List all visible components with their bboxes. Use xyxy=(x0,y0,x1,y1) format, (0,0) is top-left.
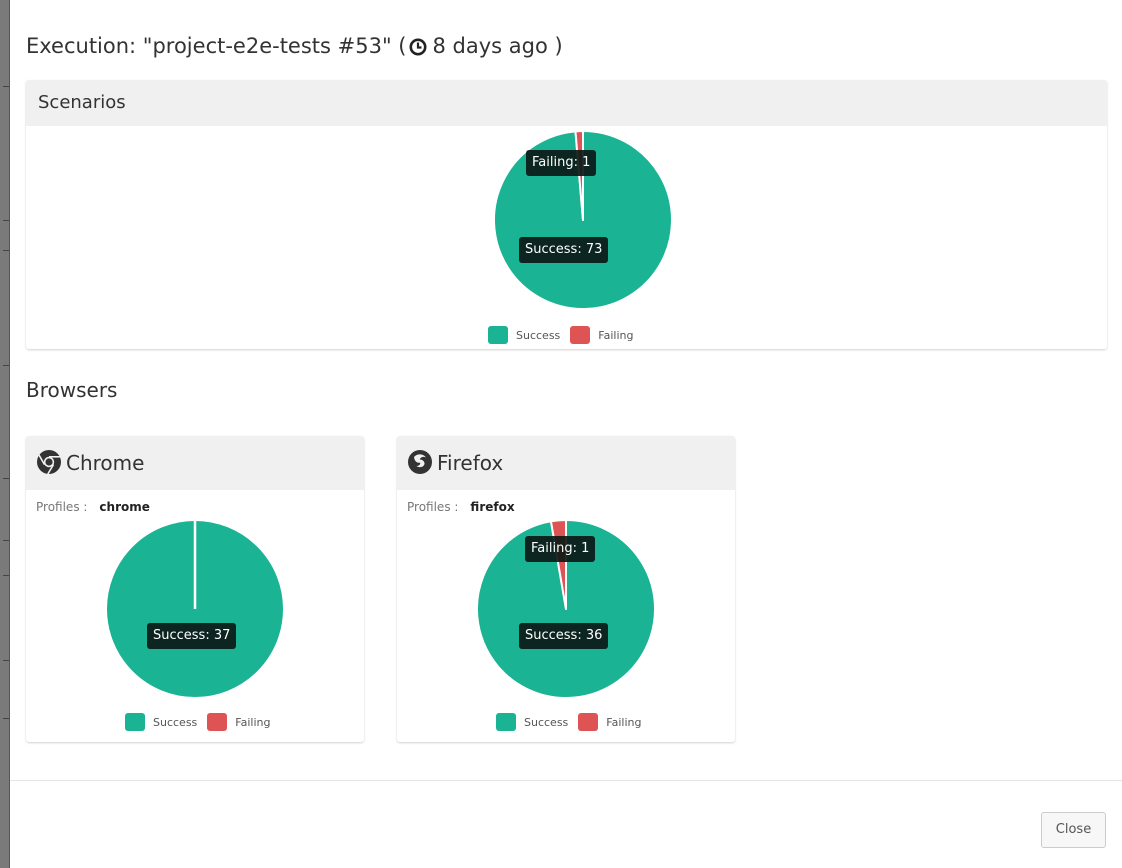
firefox-success-tooltip: Success: 36 xyxy=(519,623,609,649)
legend-success-label[interactable]: Success xyxy=(516,329,560,342)
firefox-failing-tooltip: Failing: 1 xyxy=(525,536,596,562)
profiles-label: Profiles : xyxy=(36,500,88,514)
modal-title-text: Execution: "project-e2e-tests #53" ( xyxy=(26,34,407,58)
scenarios-success-tooltip: Success: 73 xyxy=(519,237,609,263)
chrome-profile-value: chrome xyxy=(99,500,150,514)
firefox-legend: Success Failing xyxy=(496,713,651,731)
chrome-profiles: Profiles : chrome xyxy=(36,500,150,514)
chrome-pie-chart xyxy=(105,519,285,699)
modal-title: Execution: "project-e2e-tests #53" ( 8 da… xyxy=(26,30,563,62)
close-button[interactable]: Close xyxy=(1041,812,1106,848)
firefox-profiles: Profiles : firefox xyxy=(407,500,515,514)
firefox-panel-header: Firefox xyxy=(397,436,735,490)
legend-failing-label[interactable]: Failing xyxy=(598,329,633,342)
firefox-browser-name: Firefox xyxy=(437,451,504,475)
chrome-panel: Chrome Profiles : chrome Success: 37 Succ… xyxy=(26,436,364,742)
firefox-panel: Firefox Profiles : firefox Failing: 1 Suc… xyxy=(397,436,735,742)
chrome-legend: Success Failing xyxy=(125,713,280,731)
legend-failing-swatch[interactable] xyxy=(578,713,599,731)
legend-success-label[interactable]: Success xyxy=(153,716,197,729)
firefox-icon xyxy=(407,441,433,495)
modal-backdrop[interactable] xyxy=(0,0,9,868)
legend-failing-swatch[interactable] xyxy=(207,713,228,731)
chrome-success-tooltip: Success: 37 xyxy=(147,623,237,649)
legend-failing-swatch[interactable] xyxy=(570,326,591,344)
modal-footer-divider xyxy=(10,780,1122,781)
legend-success-swatch[interactable] xyxy=(488,326,508,344)
scenarios-legend: Success Failing xyxy=(488,326,643,344)
scenarios-failing-tooltip: Failing: 1 xyxy=(526,150,597,176)
legend-failing-label[interactable]: Failing xyxy=(606,716,641,729)
clock-icon xyxy=(409,33,427,65)
chrome-panel-header: Chrome xyxy=(26,436,364,490)
execution-time-ago: 8 days ago ) xyxy=(432,34,563,58)
scenarios-title: Scenarios xyxy=(26,80,1107,126)
profiles-label: Profiles : xyxy=(407,500,459,514)
scenarios-panel: Scenarios Failing: 1 Success: 73 Success… xyxy=(26,80,1107,349)
firefox-profile-value: firefox xyxy=(470,500,515,514)
legend-success-swatch[interactable] xyxy=(125,713,145,731)
chrome-browser-name: Chrome xyxy=(66,451,145,475)
legend-failing-label[interactable]: Failing xyxy=(235,716,270,729)
legend-success-label[interactable]: Success xyxy=(524,716,568,729)
chrome-icon xyxy=(36,441,62,495)
browsers-section-title: Browsers xyxy=(26,378,118,402)
legend-success-swatch[interactable] xyxy=(496,713,516,731)
execution-modal: Execution: "project-e2e-tests #53" ( 8 da… xyxy=(9,0,1122,868)
